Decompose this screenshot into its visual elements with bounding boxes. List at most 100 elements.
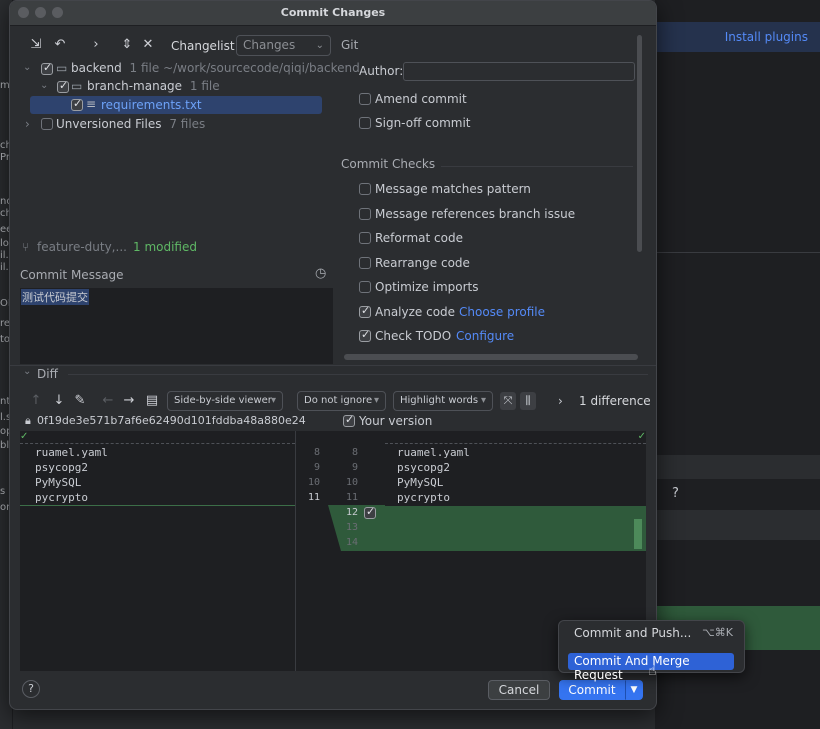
collapse-arrows-icon[interactable]: ⇲ — [27, 37, 45, 52]
modified-count[interactable]: 1 modified — [133, 240, 197, 254]
diff-left-pane[interactable]: ✓ ruamel.yaml psycopg2 PyMySQL pycrypto — [20, 431, 295, 671]
ignore-value: Do not ignore — [304, 395, 373, 406]
edit-icon[interactable]: ✎ — [71, 393, 89, 408]
sync-scroll-icon[interactable]: ⫼ — [520, 392, 536, 410]
commit-dropdown-arrow-icon[interactable]: ▼ — [625, 680, 643, 700]
accept-change-checkbox[interactable] — [364, 505, 376, 519]
commit-check-checkbox[interactable] — [359, 207, 371, 220]
collapse-unchanged-icon[interactable]: ⤧ — [500, 392, 516, 410]
commit-message-label: Commit Message — [20, 268, 124, 282]
your-version-checkbox[interactable] — [343, 413, 355, 427]
branch-manage-checkbox[interactable] — [57, 79, 69, 93]
chevron-right-icon[interactable]: › — [558, 394, 563, 408]
commit-check-checkbox[interactable] — [359, 183, 371, 195]
unversioned-checkbox[interactable] — [41, 118, 53, 130]
lock-icon: 🔒︎ — [25, 414, 31, 427]
ignore-select[interactable]: Do not ignore ▾ — [297, 391, 386, 411]
right-line-number: 12 — [345, 507, 358, 518]
arrow-right-icon[interactable]: → — [120, 393, 138, 408]
plugin-banner: Install plugins — [655, 22, 820, 52]
requirements-checkbox[interactable] — [71, 97, 83, 111]
commit-button[interactable]: Commit — [559, 680, 625, 700]
collapse-all-icon[interactable]: ✕ — [139, 37, 157, 52]
commit-check-link[interactable]: Choose profile — [459, 305, 545, 319]
commit-message-text: 测试代码提交 — [21, 289, 89, 305]
amend-commit-label[interactable]: Amend commit — [375, 92, 467, 106]
code-line: psycopg2 — [35, 461, 88, 474]
document-icon[interactable]: ▤ — [143, 393, 161, 408]
branch-name[interactable]: feature-duty,... — [37, 240, 127, 254]
author-label: Author: — [359, 64, 404, 78]
expand-all-icon[interactable]: ⇕ — [118, 37, 136, 52]
signoff-commit-label[interactable]: Sign-off commit — [375, 116, 471, 130]
added-lines-highlight — [385, 506, 646, 551]
expand-chevron-icon[interactable]: ⌄ — [23, 62, 31, 73]
changelist-select[interactable]: Changes ⌄ — [236, 35, 331, 56]
prev-diff-icon[interactable]: ↑ — [27, 393, 45, 408]
commit-push-shortcut: ⌥⌘K — [702, 626, 733, 639]
chevron-right-icon[interactable]: › — [25, 117, 30, 131]
tree-unversioned[interactable]: Unversioned Files 7 files — [56, 117, 205, 131]
commit-check-label[interactable]: Check TODO — [375, 329, 451, 343]
commit-check-checkbox[interactable] — [359, 232, 371, 244]
changelist-label: Changelist: — [171, 39, 239, 53]
commit-check-label[interactable]: Rearrange code — [375, 256, 470, 270]
difference-count: 1 difference — [579, 394, 651, 408]
chevron-down-icon: ▾ — [480, 395, 486, 406]
commit-check-checkbox[interactable] — [359, 281, 371, 293]
commit-check-checkbox[interactable] — [359, 328, 371, 342]
change-marker — [20, 505, 295, 506]
commit-message-input[interactable]: 测试代码提交 — [20, 288, 333, 364]
install-plugins-link[interactable]: Install plugins — [725, 30, 808, 44]
arrow-left-icon[interactable]: ← — [99, 393, 117, 408]
ide-help-icon[interactable]: ? — [672, 486, 679, 501]
commit-check-link[interactable]: Configure — [456, 329, 514, 343]
check-icon: ✓ — [20, 431, 29, 442]
amend-commit-checkbox[interactable] — [359, 93, 371, 105]
chevron-right-icon[interactable]: › — [87, 37, 105, 52]
history-clock-icon[interactable]: ◷ — [315, 266, 326, 281]
diff-collapse-chevron-icon[interactable]: ⌄ — [23, 366, 31, 377]
author-input[interactable] — [403, 62, 635, 81]
right-line-number: 8 — [351, 447, 358, 458]
tree-root-backend[interactable]: backend 1 file ~/work/sourcecode/qiqi/ba… — [71, 61, 360, 75]
dialog-titlebar: Commit Changes — [10, 1, 656, 26]
backend-checkbox[interactable] — [41, 61, 53, 75]
unversioned-name: Unversioned Files — [56, 117, 162, 131]
code-line: ruamel.yaml — [397, 446, 470, 459]
tree-file-requirements[interactable]: requirements.txt — [101, 98, 202, 112]
left-revision-hash: 0f19de3e571b7af6e62490d101fddba48a880e24 — [37, 414, 306, 427]
tree-folder-branch-manage[interactable]: branch-manage 1 file — [87, 79, 220, 93]
git-section-title: Git — [341, 38, 359, 52]
commit-check-label[interactable]: Analyze code — [375, 305, 455, 319]
commit-check-label[interactable]: Message references branch issue — [375, 207, 575, 221]
options-horizontal-scrollbar[interactable] — [344, 354, 638, 360]
code-line: pycrypto — [397, 491, 450, 504]
branch-icon: ⑂ — [22, 240, 30, 254]
cancel-button[interactable]: Cancel — [488, 680, 550, 700]
signoff-commit-checkbox[interactable] — [359, 117, 371, 129]
code-line: pycrypto — [35, 491, 88, 504]
options-scrollbar[interactable] — [637, 35, 642, 252]
left-line-number: 9 — [313, 462, 320, 473]
help-button[interactable]: ? — [22, 680, 40, 698]
commit-check-label[interactable]: Reformat code — [375, 231, 463, 245]
tree-root-info: 1 file ~/work/sourcecode/qiqi/backend — [129, 61, 360, 75]
dialog-title: Commit Changes — [280, 6, 386, 19]
left-line-number: 10 — [307, 477, 320, 488]
diff-gutter: 8 9 10 11 8 9 10 11 12 13 14 — [295, 431, 387, 671]
commit-check-checkbox[interactable] — [359, 256, 371, 269]
commit-and-push-item[interactable]: Commit and Push... ⌥⌘K — [565, 625, 737, 643]
highlight-value: Highlight words — [400, 395, 479, 406]
viewer-select[interactable]: Side-by-side viewer ▾ — [167, 391, 283, 411]
commit-check-label[interactable]: Optimize imports — [375, 280, 479, 294]
commit-check-label[interactable]: Message matches pattern — [375, 182, 531, 196]
undo-icon[interactable]: ↶ — [51, 37, 69, 52]
expand-chevron-icon[interactable]: ⌄ — [40, 80, 48, 91]
unversioned-info: 7 files — [169, 117, 206, 131]
code-line: PyMySQL — [397, 476, 444, 489]
commit-check-checkbox[interactable] — [359, 304, 371, 318]
folder-icon: ▭ — [56, 61, 68, 75]
highlight-select[interactable]: Highlight words ▾ — [393, 391, 493, 411]
next-diff-icon[interactable]: ↓ — [50, 393, 68, 408]
